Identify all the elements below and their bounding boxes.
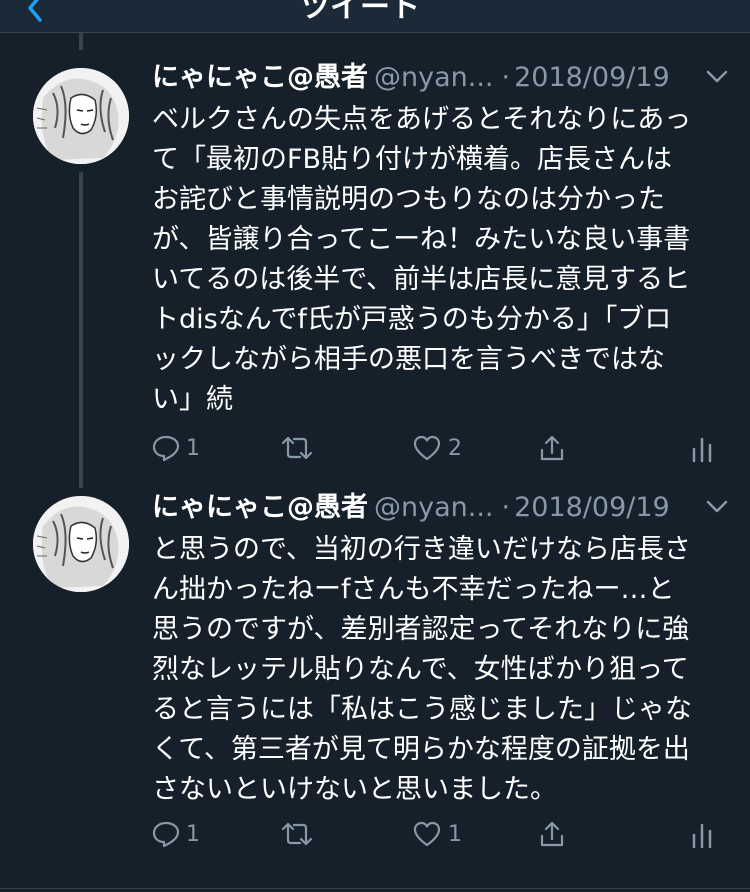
chevron-down-icon[interactable] [706,500,728,514]
avatar-image [33,68,129,164]
tweet-date[interactable]: 2018/09/19 [514,492,670,523]
chevron-down-icon[interactable] [706,70,728,84]
avatar-image [33,496,129,592]
tweet-header: にゃにゃこ@愚者 @nyan... · 2018/09/19 [152,488,728,528]
tweet-text: ベルクさんの失点をあげるとそれなりにあっ て「最初のFB貼り付けが横着。店長さん… [152,104,692,415]
divider [0,888,750,889]
retweet-icon [281,822,313,846]
like-count: 1 [448,821,462,847]
tweet-header: にゃにゃこ@愚者 @nyan... · 2018/09/19 [152,58,728,98]
avatar[interactable] [33,68,129,164]
avatar[interactable] [33,496,129,592]
reply-button[interactable]: 1 [152,428,200,468]
tweet[interactable]: にゃにゃこ@愚者 @nyan... · 2018/09/19 と思うので、当初の行き違… [0,488,750,892]
share-button[interactable] [538,428,566,468]
reply-count: 1 [186,821,200,847]
retweet-button[interactable] [280,428,320,468]
heart-icon [413,435,441,461]
reply-button[interactable]: 1 [152,814,200,854]
share-icon [540,821,564,847]
heart-icon [413,821,441,847]
analytics-icon [692,823,712,849]
like-button[interactable]: 2 [412,428,462,468]
tweet-actions: 1 1 [152,814,722,854]
analytics-button[interactable] [690,814,714,854]
like-count: 2 [448,435,462,461]
share-button[interactable] [538,814,566,854]
reply-count: 1 [186,435,200,461]
separator-dot: · [501,492,511,523]
display-name[interactable]: にゃにゃこ@愚者 [152,62,368,93]
user-handle[interactable]: @nyan... [374,62,494,93]
analytics-button[interactable] [690,428,714,468]
tweet-actions: 1 2 [152,428,722,468]
tweet[interactable]: にゃにゃこ@愚者 @nyan... · 2018/09/19 ベルクさんの失点をあげる… [0,58,750,478]
display-name[interactable]: にゃにゃこ@愚者 [152,492,368,523]
back-arrow-icon[interactable] [22,0,52,24]
like-button[interactable]: 1 [412,814,462,854]
thread-line [79,33,83,50]
top-bar: ツイート [0,0,750,33]
page-title: ツイート [300,0,420,25]
reply-icon [152,435,180,462]
analytics-icon [692,437,712,463]
tweet-date[interactable]: 2018/09/19 [514,62,670,93]
separator-dot: · [501,62,511,93]
retweet-button[interactable] [280,814,320,854]
tweet-text: と思うので、当初の行き違いだけなら店長さ ん拙かったねーfさんも不幸だったねー…… [152,534,692,805]
share-icon [540,435,564,461]
retweet-icon [281,436,313,460]
user-handle[interactable]: @nyan... [374,492,494,523]
reply-icon [152,821,180,848]
